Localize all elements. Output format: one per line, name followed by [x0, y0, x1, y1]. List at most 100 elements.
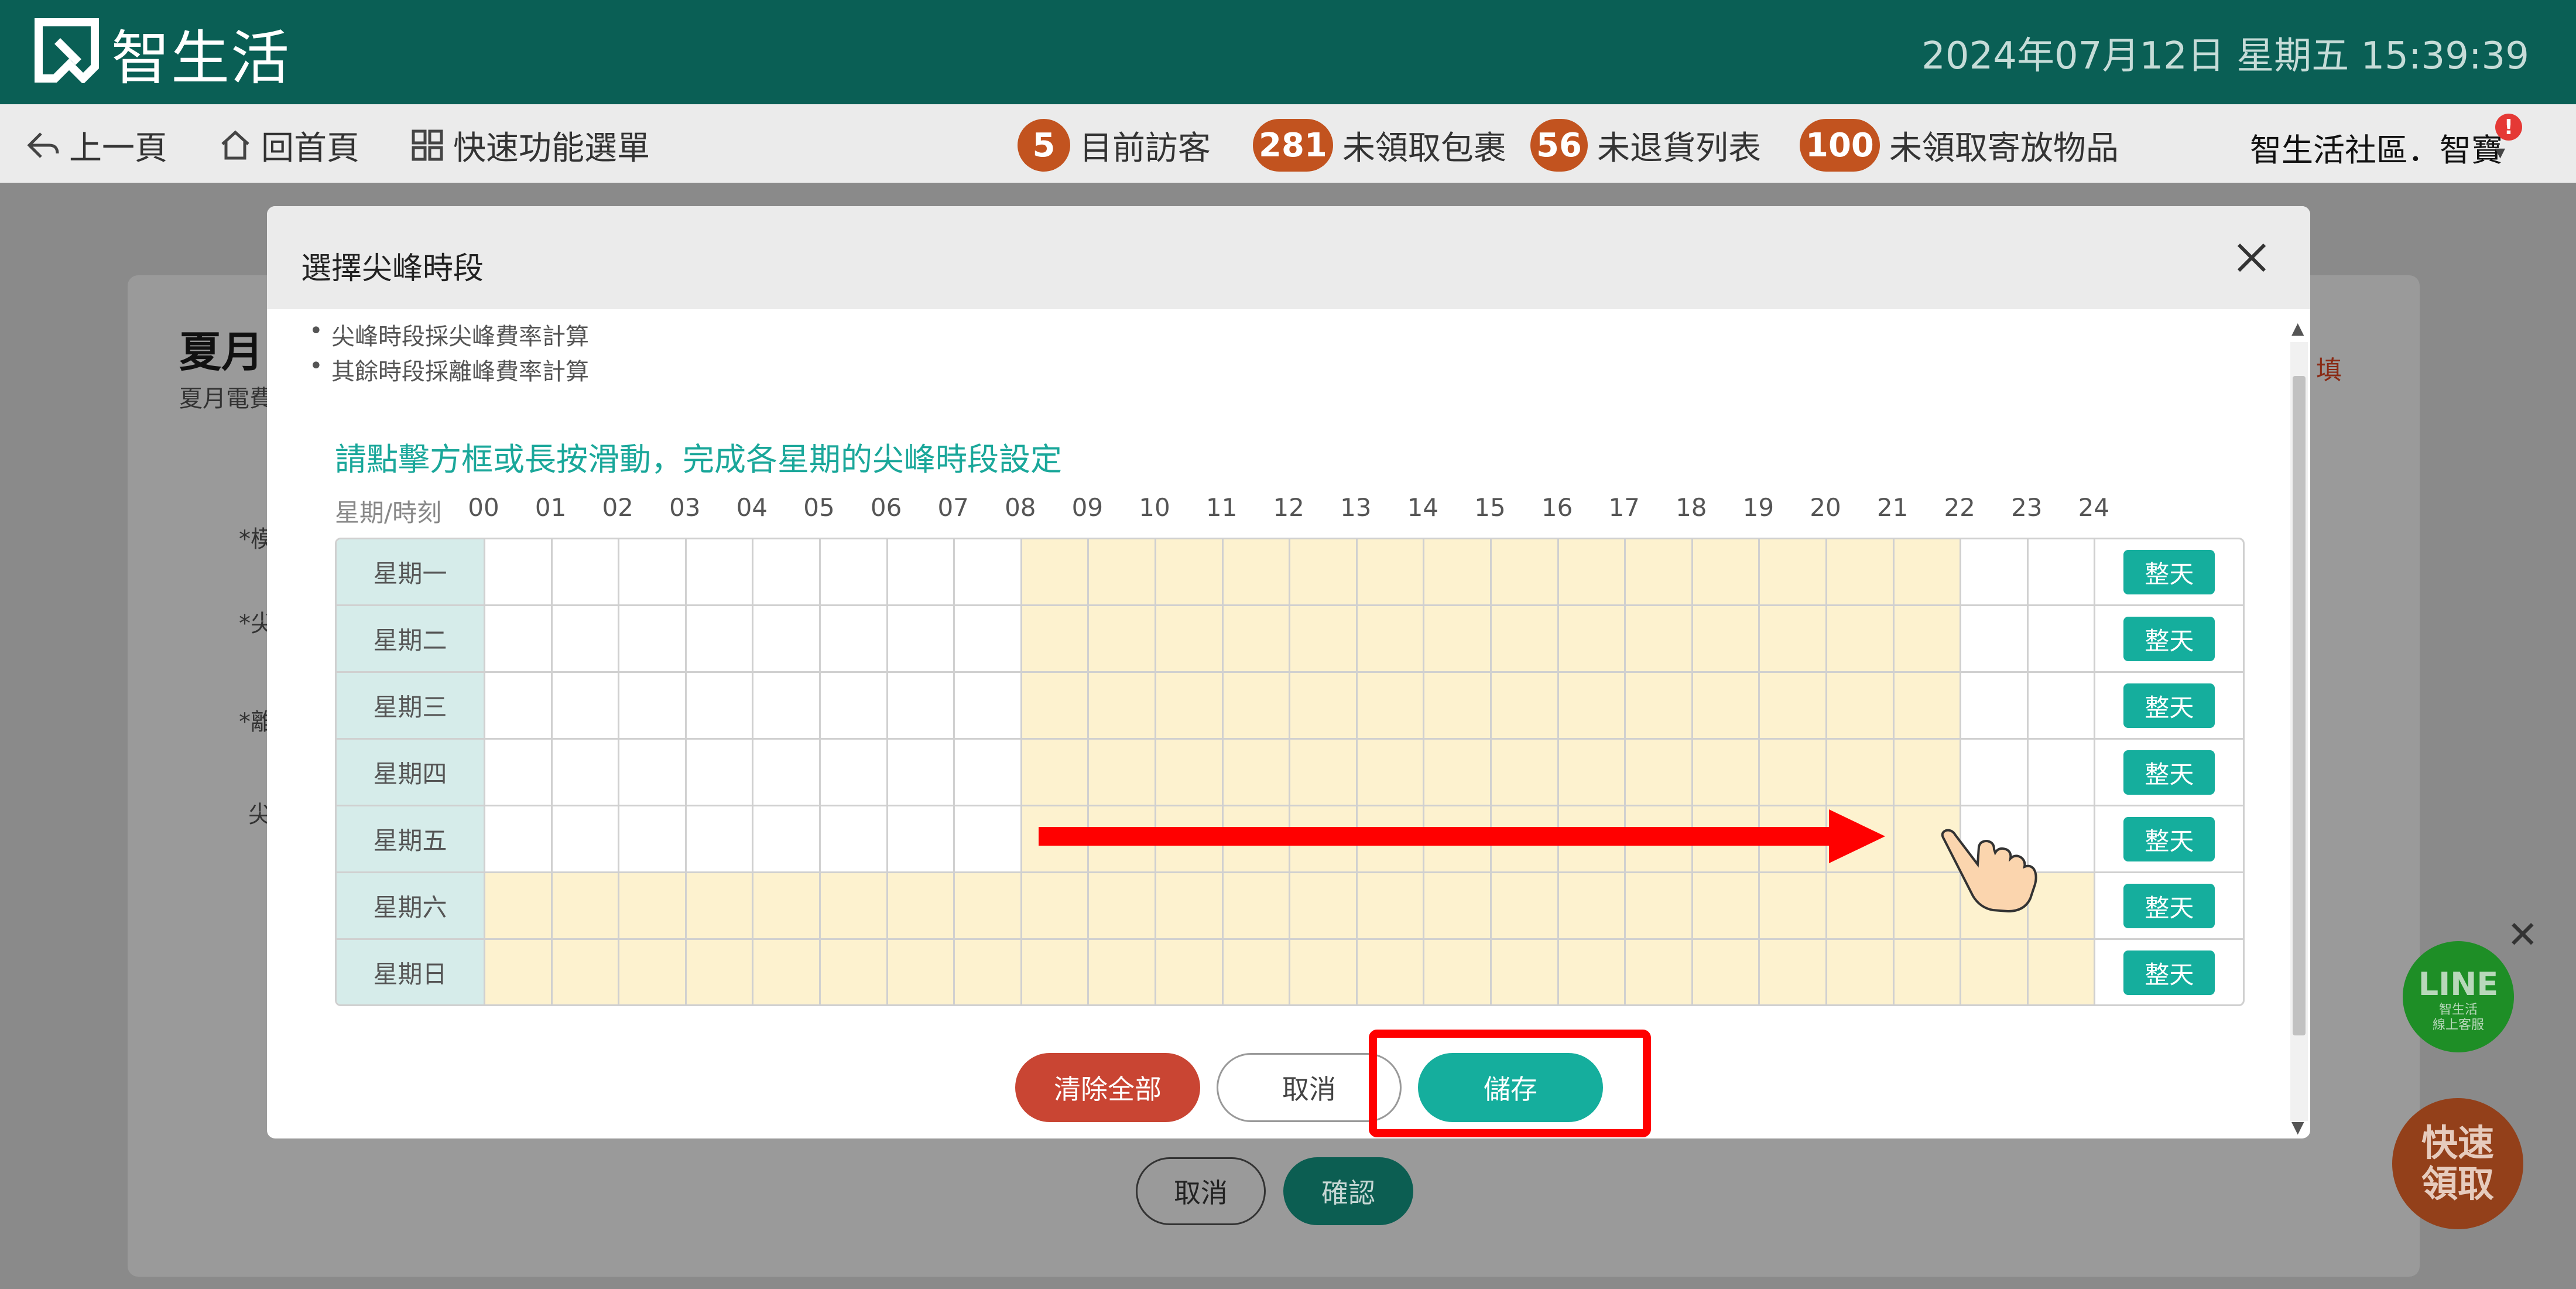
hour-cell[interactable] [485, 673, 553, 738]
full-day-button[interactable]: 整天 [2123, 683, 2215, 728]
hour-cell[interactable] [1894, 740, 1962, 805]
hour-cell[interactable] [619, 940, 687, 1004]
hour-cell[interactable] [1424, 673, 1492, 738]
hour-cell[interactable] [753, 940, 821, 1004]
hour-cell[interactable] [686, 806, 754, 871]
hour-cell[interactable] [821, 673, 888, 738]
hour-cell[interactable] [1558, 539, 1626, 604]
hour-cell[interactable] [1961, 673, 2029, 738]
hour-cell[interactable] [485, 940, 553, 1004]
hour-cell[interactable] [552, 873, 620, 938]
hour-cell[interactable] [1894, 673, 1962, 738]
hour-cell[interactable] [1626, 873, 1693, 938]
hour-cell[interactable] [888, 806, 955, 871]
hour-cell[interactable] [552, 606, 620, 671]
hour-cell[interactable] [1089, 539, 1156, 604]
hour-cell[interactable] [1156, 940, 1224, 1004]
hour-cell[interactable] [2028, 606, 2096, 671]
hour-cell[interactable] [485, 806, 553, 871]
full-day-button[interactable]: 整天 [2123, 750, 2215, 795]
hour-cell[interactable] [753, 873, 821, 938]
hour-cell[interactable] [1827, 606, 1895, 671]
quick-menu-link[interactable]: 快速功能選單 [410, 122, 650, 169]
hour-cell[interactable] [955, 806, 1022, 871]
packages-link[interactable]: 281 未領取包裹 [1253, 119, 1506, 172]
hour-cell[interactable] [1492, 606, 1559, 671]
hour-cell[interactable] [619, 806, 687, 871]
hour-cell[interactable] [1492, 940, 1559, 1004]
hour-cell[interactable] [753, 539, 821, 604]
scrollbar-thumb[interactable] [2293, 376, 2306, 1035]
hour-cell[interactable] [1558, 673, 1626, 738]
full-day-button[interactable]: 整天 [2123, 950, 2215, 995]
home-link[interactable]: 回首頁 [218, 122, 359, 169]
hour-cell[interactable] [1760, 673, 1827, 738]
clear-all-button[interactable]: 清除全部 [1015, 1053, 1200, 1122]
hour-cell[interactable] [485, 740, 553, 805]
hour-cell[interactable] [1223, 740, 1291, 805]
hour-cell[interactable] [1492, 539, 1559, 604]
hour-cell[interactable] [1558, 606, 1626, 671]
full-day-button[interactable]: 整天 [2123, 550, 2215, 594]
hour-cell[interactable] [1961, 740, 2029, 805]
full-day-button[interactable]: 整天 [2123, 817, 2215, 861]
hour-cell[interactable] [1156, 606, 1224, 671]
hour-cell[interactable] [1424, 539, 1492, 604]
hour-cell[interactable] [485, 606, 553, 671]
hour-cell[interactable] [1894, 940, 1962, 1004]
hour-cell[interactable] [2028, 539, 2096, 604]
hour-cell[interactable] [821, 806, 888, 871]
hour-cell[interactable] [1961, 940, 2029, 1004]
hour-cell[interactable] [1424, 873, 1492, 938]
user-menu[interactable]: 智生活社區．智寶 [2250, 124, 2503, 170]
line-support-button[interactable]: LINE 智生活 線上客服 [2403, 941, 2514, 1052]
close-icon[interactable] [2233, 239, 2270, 276]
hour-cell[interactable] [1156, 673, 1224, 738]
hour-cell[interactable] [485, 873, 553, 938]
hour-cell[interactable] [619, 539, 687, 604]
hour-cell[interactable] [1022, 539, 1090, 604]
hour-cell[interactable] [821, 539, 888, 604]
hour-cell[interactable] [1626, 539, 1693, 604]
hour-cell[interactable] [1693, 873, 1760, 938]
hour-cell[interactable] [1558, 740, 1626, 805]
hour-cell[interactable] [552, 740, 620, 805]
hour-cell[interactable] [1424, 940, 1492, 1004]
hour-cell[interactable] [888, 940, 955, 1004]
chevron-down-icon[interactable]: ▾ [2495, 141, 2505, 164]
hour-cell[interactable] [1290, 539, 1358, 604]
hour-cell[interactable] [1760, 940, 1827, 1004]
hour-cell[interactable] [1290, 606, 1358, 671]
hour-cell[interactable] [1223, 539, 1291, 604]
hour-cell[interactable] [1827, 940, 1895, 1004]
quick-pickup-button[interactable]: 快速 領取 [2392, 1098, 2523, 1229]
hour-cell[interactable] [1357, 873, 1425, 938]
hour-cell[interactable] [1022, 606, 1090, 671]
hour-cell[interactable] [1760, 740, 1827, 805]
hour-cell[interactable] [1290, 673, 1358, 738]
hour-cell[interactable] [753, 740, 821, 805]
hour-cell[interactable] [552, 673, 620, 738]
hour-cell[interactable] [1492, 740, 1559, 805]
background-cancel-button[interactable]: 取消 [1136, 1157, 1266, 1225]
hour-cell[interactable] [1223, 673, 1291, 738]
hour-cell[interactable] [888, 606, 955, 671]
hour-cell[interactable] [552, 940, 620, 1004]
hour-cell[interactable] [1492, 873, 1559, 938]
hour-cell[interactable] [2028, 940, 2096, 1004]
hour-cell[interactable] [1961, 539, 2029, 604]
hour-cell[interactable] [1558, 940, 1626, 1004]
hour-cell[interactable] [1492, 673, 1559, 738]
scroll-down-icon[interactable]: ▼ [2291, 1117, 2304, 1137]
hour-cell[interactable] [955, 873, 1022, 938]
hour-cell[interactable] [686, 539, 754, 604]
scroll-up-icon[interactable]: ▲ [2291, 319, 2304, 338]
hour-cell[interactable] [1156, 740, 1224, 805]
hour-cell[interactable] [821, 740, 888, 805]
hour-cell[interactable] [1357, 740, 1425, 805]
hour-cell[interactable] [686, 940, 754, 1004]
hour-cell[interactable] [1290, 873, 1358, 938]
deposits-link[interactable]: 100 未領取寄放物品 [1800, 119, 2119, 172]
hour-cell[interactable] [1223, 606, 1291, 671]
hour-cell[interactable] [619, 673, 687, 738]
